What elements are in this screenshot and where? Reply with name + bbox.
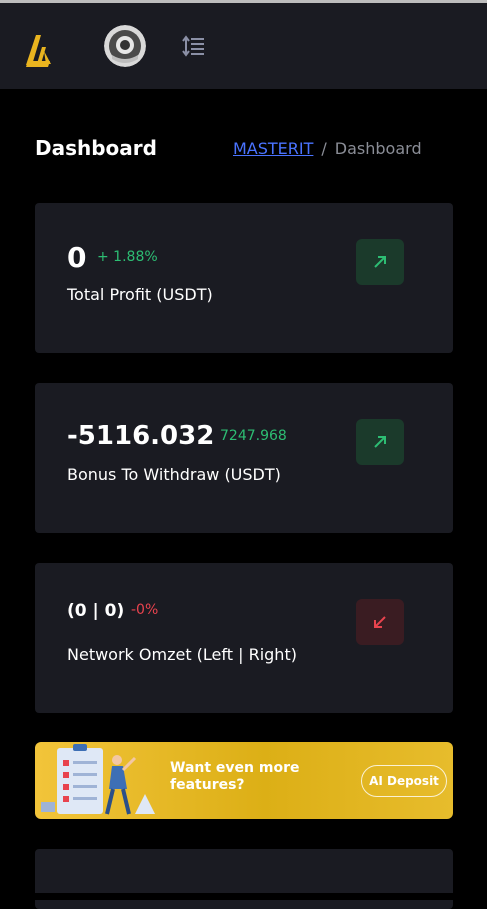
arrow-up-right-icon xyxy=(356,239,404,285)
brand-logo-icon[interactable] xyxy=(22,31,54,71)
ai-deposit-button[interactable]: AI Deposit xyxy=(361,765,447,797)
viewport-bottom-edge xyxy=(0,893,487,900)
stat-change: 7247.968 xyxy=(220,428,287,444)
stat-label: Total Profit (USDT) xyxy=(67,285,213,304)
stat-change: -0% xyxy=(131,602,159,618)
breadcrumb-separator: / xyxy=(321,139,327,158)
stat-value: 0 xyxy=(67,241,87,274)
upgrade-banner: Want even more features? AI Deposit xyxy=(35,742,453,819)
breadcrumb-current: Dashboard xyxy=(334,139,422,158)
banner-text: Want even more features? xyxy=(170,760,300,793)
arrow-up-right-icon xyxy=(356,419,404,465)
stat-label: Bonus To Withdraw (USDT) xyxy=(67,465,281,484)
arrow-down-left-icon xyxy=(356,599,404,645)
stat-label: Network Omzet (Left | Right) xyxy=(67,645,297,664)
checklist-illustration-icon xyxy=(37,744,155,819)
top-navbar xyxy=(0,3,487,89)
menu-toggle-icon[interactable] xyxy=(182,34,206,58)
stat-value: -5116.032 xyxy=(67,421,215,451)
breadcrumb: MASTERIT / Dashboard xyxy=(233,139,422,158)
stat-value: (0 | 0) xyxy=(67,601,125,621)
breadcrumb-link-home[interactable]: MASTERIT xyxy=(233,139,313,158)
user-avatar-icon[interactable] xyxy=(104,25,146,67)
bottom-card-partial xyxy=(35,849,453,909)
stat-card-network-omzet: (0 | 0) -0% Network Omzet (Left | Right) xyxy=(35,563,453,713)
stat-card-bonus-withdraw: -5116.032 7247.968 Bonus To Withdraw (US… xyxy=(35,383,453,533)
stat-card-total-profit: 0 + 1.88% Total Profit (USDT) xyxy=(35,203,453,353)
page-title: Dashboard xyxy=(35,136,157,160)
stat-change: + 1.88% xyxy=(97,249,158,265)
